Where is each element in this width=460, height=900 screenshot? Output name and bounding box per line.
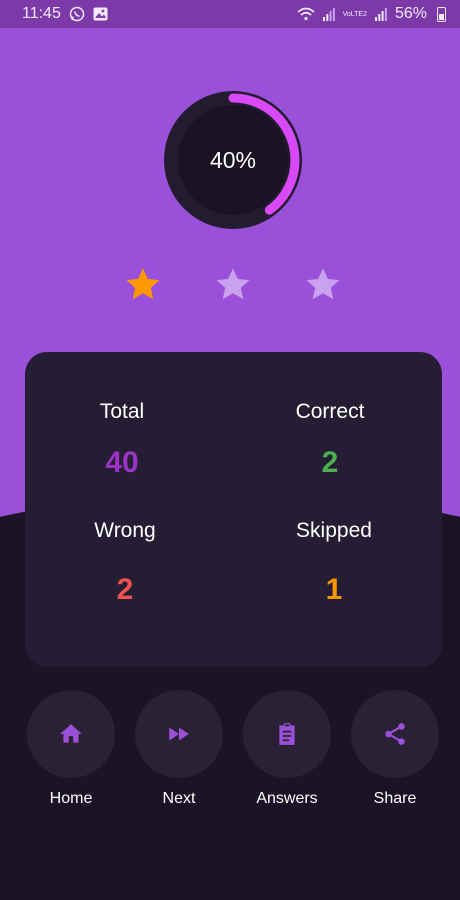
answers-button[interactable]: [243, 690, 331, 778]
signal-icon-2: [374, 7, 387, 21]
gallery-icon: [93, 7, 108, 21]
total-value: 40: [105, 446, 139, 479]
next-action[interactable]: Next: [125, 690, 233, 808]
next-button[interactable]: [135, 690, 223, 778]
stats-card: Total 40 Correct 2 Wrong 2 Skipped 1: [25, 352, 442, 667]
share-button[interactable]: [351, 690, 439, 778]
correct-label: Correct: [295, 400, 365, 423]
status-bar: 11:45 VoLTE2 56%: [0, 0, 460, 28]
total-label: Total: [99, 400, 145, 423]
answers-action[interactable]: Answers: [233, 690, 341, 808]
home-label: Home: [49, 790, 93, 807]
battery-icon: [437, 6, 446, 22]
star-1-icon: [126, 268, 160, 300]
skipped-value: 1: [325, 573, 343, 606]
star-2-icon: [216, 268, 250, 300]
action-bar: Home Next Answers Share: [0, 690, 460, 820]
home-icon: [60, 724, 82, 743]
correct-value: 2: [321, 446, 339, 479]
home-action[interactable]: Home: [17, 690, 125, 808]
next-label: Next: [162, 790, 196, 807]
share-action[interactable]: Share: [341, 690, 449, 808]
battery-percent: 56%: [394, 5, 427, 22]
clipboard-icon: [279, 723, 295, 745]
skipped-label: Skipped: [296, 519, 372, 542]
whatsapp-icon: [69, 6, 85, 22]
score-percent: 40%: [209, 146, 257, 173]
wifi-icon: [297, 7, 315, 21]
star-rating: [124, 266, 344, 306]
stat-total: Total 40: [42, 400, 202, 480]
home-button[interactable]: [27, 690, 115, 778]
wrong-value: 2: [116, 573, 134, 606]
star-3-icon: [306, 268, 340, 300]
status-right: VoLTE2 56%: [297, 5, 446, 23]
wrong-label: Wrong: [94, 519, 156, 542]
answers-label: Answers: [256, 790, 318, 807]
signal-icon: [322, 7, 335, 21]
share-label: Share: [373, 790, 417, 807]
stat-wrong: Wrong 2: [45, 519, 205, 607]
stat-correct: Correct 2: [250, 400, 410, 480]
fast-forward-icon: [169, 727, 189, 741]
share-icon: [385, 723, 405, 745]
status-time: 11:45: [22, 5, 61, 22]
battery-fill: [439, 13, 444, 20]
status-left: 11:45: [22, 5, 108, 23]
network-type: VoLTE2: [342, 10, 367, 18]
score-ring: 40%: [164, 91, 302, 229]
stat-skipped: Skipped 1: [254, 519, 414, 607]
